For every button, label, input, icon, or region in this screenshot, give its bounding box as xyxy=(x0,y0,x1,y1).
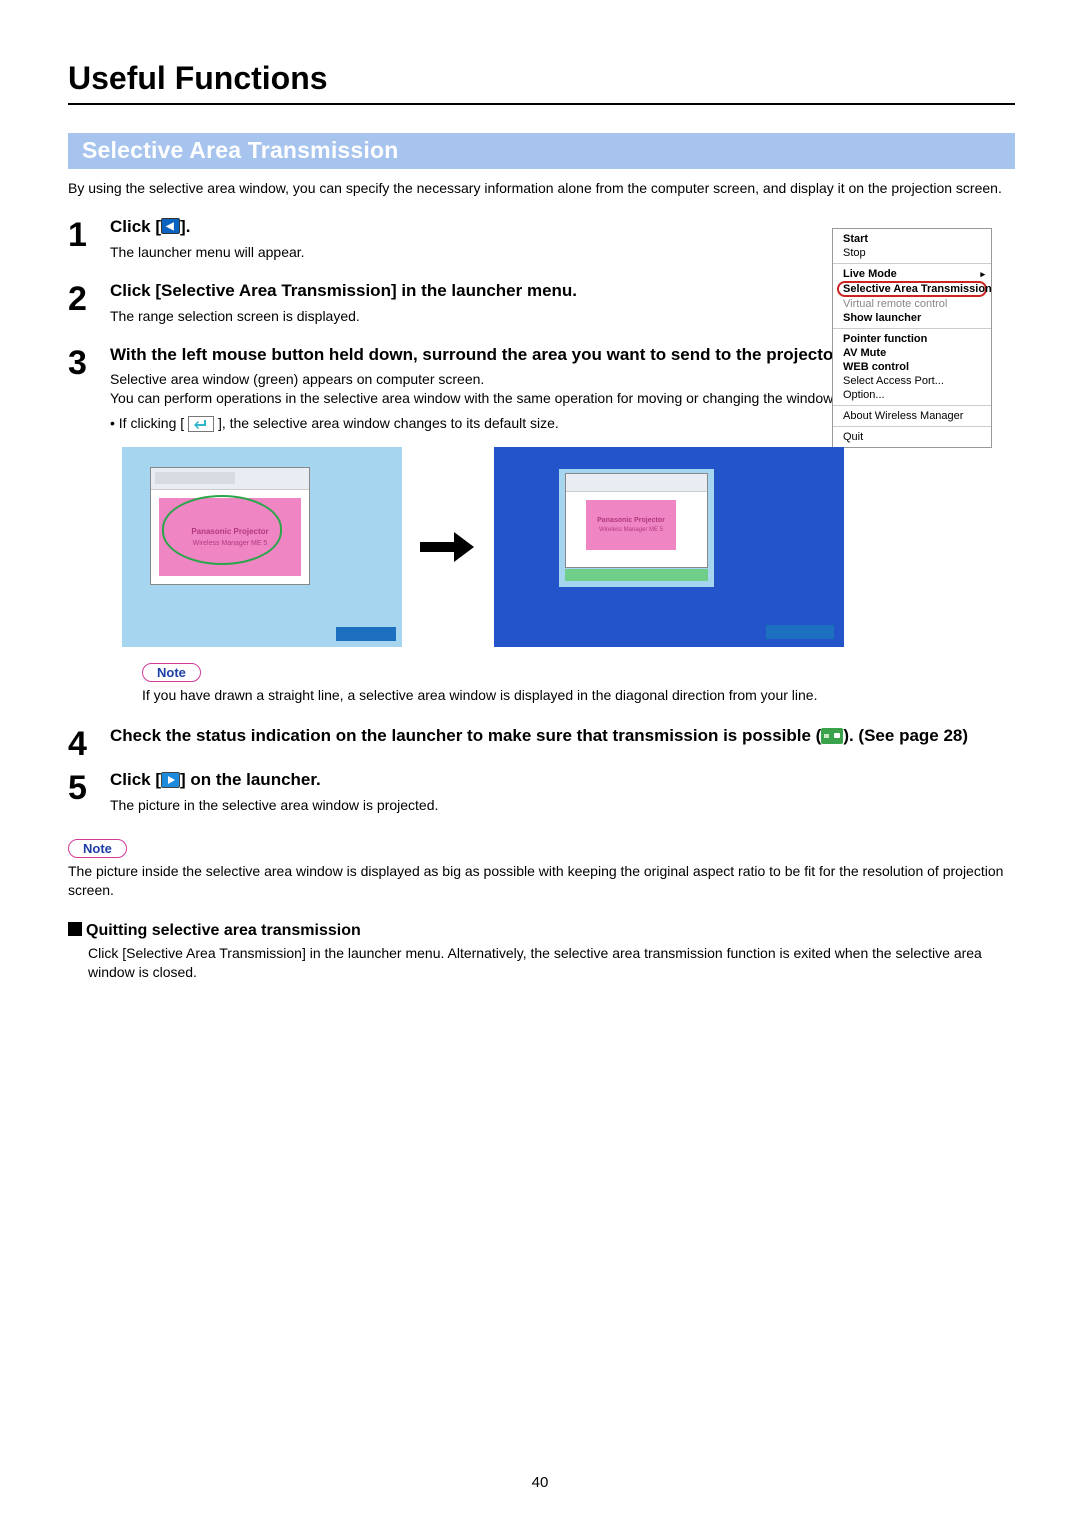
menu-live-mode[interactable]: Live Mode ▸ xyxy=(833,267,991,281)
illustration-row: Panasonic Projector Wireless Manager ME … xyxy=(122,447,1015,647)
step-number: 3 xyxy=(68,344,110,380)
page-number: 40 xyxy=(0,1474,1080,1491)
quitting-heading: Quitting selective area transmission xyxy=(68,922,1015,940)
step-number: 2 xyxy=(68,280,110,316)
menu-start[interactable]: Start xyxy=(833,232,991,246)
step-5: 5 Click [ ] on the launcher. The picture … xyxy=(68,769,1015,815)
page-title: Useful Functions xyxy=(68,60,1015,97)
taskbar xyxy=(766,625,834,639)
menu-av-mute[interactable]: AV Mute xyxy=(833,346,991,360)
square-bullet-icon xyxy=(68,922,82,936)
return-icon xyxy=(188,416,214,432)
text: • If clicking [ xyxy=(110,415,184,431)
selection-rect xyxy=(565,569,708,581)
selection-oval xyxy=(162,495,282,565)
text: ], the selective area window changes to … xyxy=(218,415,559,431)
text: Quitting selective area transmission xyxy=(86,922,361,939)
status-icon xyxy=(821,728,843,744)
section-heading: Selective Area Transmission xyxy=(68,133,1015,169)
menu-live-mode-label: Live Mode xyxy=(843,268,897,280)
arrow-right-icon xyxy=(420,532,476,562)
text: ] on the launcher. xyxy=(180,770,321,789)
menu-about[interactable]: About Wireless Manager xyxy=(833,409,991,423)
section-intro: By using the selective area window, you … xyxy=(68,179,1015,198)
title-rule xyxy=(68,103,1015,105)
menu-selective-area[interactable]: Selective Area Transmission xyxy=(837,281,987,297)
step-number: 4 xyxy=(68,725,110,761)
menu-show-launcher[interactable]: Show launcher xyxy=(833,311,991,325)
launcher-menu: Start Stop Live Mode ▸ Selective Area Tr… xyxy=(832,228,992,448)
step-4-head: Check the status indication on the launc… xyxy=(110,725,1015,748)
bottom-note: The picture inside the selective area wi… xyxy=(68,862,1015,900)
text: ]. xyxy=(180,217,190,236)
desktop-before: Panasonic Projector Wireless Manager ME … xyxy=(122,447,402,647)
projector-after: Panasonic Projector Wireless Manager ME … xyxy=(494,447,844,647)
text: Click [ xyxy=(110,770,161,789)
play-icon xyxy=(161,772,180,788)
menu-option[interactable]: Option... xyxy=(833,388,991,402)
menu-virtual-remote[interactable]: Virtual remote control xyxy=(833,297,991,311)
menu-select-access-port[interactable]: Select Access Port... xyxy=(833,374,991,388)
menu-stop[interactable]: Stop xyxy=(833,246,991,260)
step-5-desc: The picture in the selective area window… xyxy=(110,796,1015,815)
step-3-note: If you have drawn a straight line, a sel… xyxy=(142,686,1015,705)
menu-quit[interactable]: Quit xyxy=(833,430,991,444)
quitting-body: Click [Selective Area Transmission] in t… xyxy=(88,944,1008,982)
note-badge: Note xyxy=(142,663,201,682)
note-badge: Note xyxy=(68,839,127,858)
menu-icon xyxy=(161,218,180,234)
menu-pointer[interactable]: Pointer function xyxy=(833,332,991,346)
step-4: 4 Check the status indication on the lau… xyxy=(68,725,1015,761)
menu-web-control[interactable]: WEB control xyxy=(833,360,991,374)
text: Click [ xyxy=(110,217,161,236)
text: Wireless Manager ME 5 xyxy=(599,527,663,533)
step-number: 5 xyxy=(68,769,110,805)
text: Panasonic Projector xyxy=(597,517,665,524)
taskbar xyxy=(336,627,396,641)
chevron-right-icon: ▸ xyxy=(980,269,985,280)
text: ). (See page 28) xyxy=(843,726,968,745)
text: Check the status indication on the launc… xyxy=(110,726,821,745)
step-5-head: Click [ ] on the launcher. xyxy=(110,769,1015,792)
step-number: 1 xyxy=(68,216,110,252)
